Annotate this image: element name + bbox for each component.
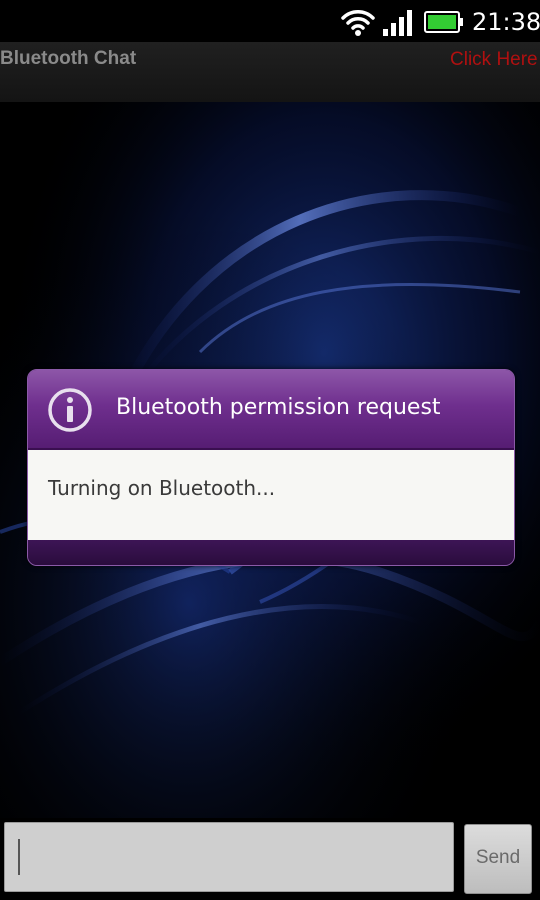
compose-bar: Send — [0, 818, 540, 900]
status-bar: 21:38 — [0, 0, 540, 42]
info-icon — [48, 388, 92, 432]
message-input[interactable] — [4, 822, 454, 892]
dialog-header: Bluetooth permission request — [28, 370, 514, 450]
dialog-title: Bluetooth permission request — [116, 395, 441, 420]
signal-icon — [383, 10, 412, 36]
click-here-link[interactable]: Click Here — [450, 49, 538, 71]
dialog-body: Turning on Bluetooth... — [28, 450, 514, 540]
dialog-message: Turning on Bluetooth... — [48, 476, 276, 500]
wifi-icon — [341, 10, 375, 36]
app-title: Bluetooth Chat — [0, 48, 137, 69]
app-title-bar: Bluetooth Chat Click Here — [0, 42, 540, 102]
text-cursor — [18, 839, 20, 875]
status-clock: 21:38 — [472, 8, 540, 36]
send-button[interactable]: Send — [464, 824, 532, 894]
battery-icon — [424, 11, 463, 33]
phone-screen: 21:38 Bluetooth Chat Click Here Bluetoot… — [0, 0, 540, 900]
permission-dialog: Bluetooth permission request Turning on … — [27, 369, 515, 566]
dialog-footer — [28, 540, 514, 565]
